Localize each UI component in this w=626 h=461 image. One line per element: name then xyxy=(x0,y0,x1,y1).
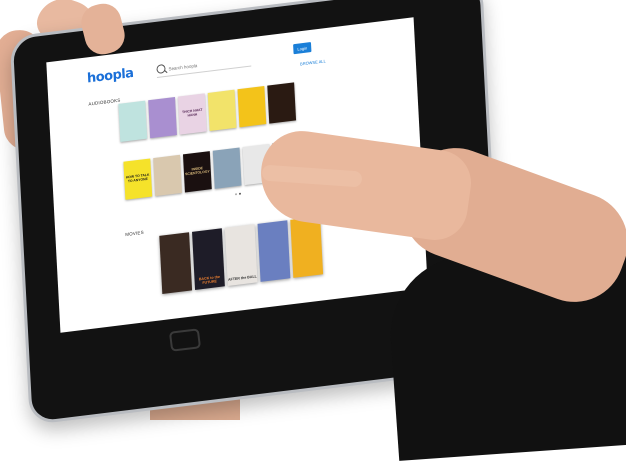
audiobook-cover-title xyxy=(162,117,164,119)
audiobook-cover-title xyxy=(167,174,169,176)
movie-poster[interactable] xyxy=(159,232,192,294)
hoopla-logo[interactable]: hoopla xyxy=(87,66,134,87)
audiobook-cover[interactable] xyxy=(118,101,147,142)
search-icon xyxy=(156,64,165,74)
movie-poster-title: BACK to the FUTURE xyxy=(194,274,224,290)
movies-row: BACK to the FUTURE AFTER the BALL xyxy=(159,216,323,294)
audiobook-cover[interactable] xyxy=(238,86,267,127)
audiobooks-section-label: AUDIOBOOKS xyxy=(88,98,120,107)
audiobook-cover[interactable] xyxy=(213,147,242,188)
search-bar[interactable] xyxy=(156,53,251,78)
movie-poster-title: AFTER the BALL xyxy=(228,274,257,286)
audiobook-cover-title xyxy=(221,109,223,111)
tablet-home-button xyxy=(169,328,201,352)
carousel-dot[interactable] xyxy=(235,193,237,195)
carousel-dot-active[interactable] xyxy=(239,193,241,195)
carousel-dots[interactable] xyxy=(235,193,241,196)
movies-section-label: MOVIES xyxy=(125,230,144,237)
movie-poster[interactable] xyxy=(290,216,323,278)
audiobook-cover[interactable]: HOW TO TALK TO ANYONE xyxy=(123,158,152,199)
audiobook-cover-title xyxy=(256,163,258,165)
audiobook-cover-title xyxy=(132,120,134,122)
movie-poster[interactable]: BACK to the FUTURE xyxy=(192,228,225,290)
login-button[interactable]: Login xyxy=(293,42,311,54)
audiobook-cover[interactable]: INSIDE SCIENTOLOGY xyxy=(183,151,212,192)
audiobook-cover[interactable] xyxy=(208,90,237,131)
movie-poster[interactable]: AFTER the BALL xyxy=(225,224,258,286)
audiobook-cover[interactable] xyxy=(148,97,177,138)
movie-poster[interactable] xyxy=(258,220,291,282)
audiobook-cover-title: HOW TO TALK TO ANYONE xyxy=(124,173,151,185)
scene: hoopla Login BROWSE ALL AUDIOBOOKS THICH… xyxy=(0,0,626,407)
audiobook-cover-title: INSIDE SCIENTOLOGY xyxy=(184,166,211,178)
audiobook-cover[interactable]: THICH NHAT HANH xyxy=(178,93,207,134)
audiobook-cover-title xyxy=(251,106,253,108)
audiobook-cover[interactable] xyxy=(153,155,182,196)
search-input[interactable] xyxy=(168,54,248,74)
audiobook-cover-title: THICH NHAT HANH xyxy=(179,108,206,120)
audiobook-cover[interactable] xyxy=(267,82,296,123)
audiobook-cover-title xyxy=(281,102,283,104)
audiobooks-row-1: THICH NHAT HANH xyxy=(118,82,296,142)
audiobook-cover-title xyxy=(226,167,228,169)
browse-all-link[interactable]: BROWSE ALL xyxy=(300,58,326,66)
